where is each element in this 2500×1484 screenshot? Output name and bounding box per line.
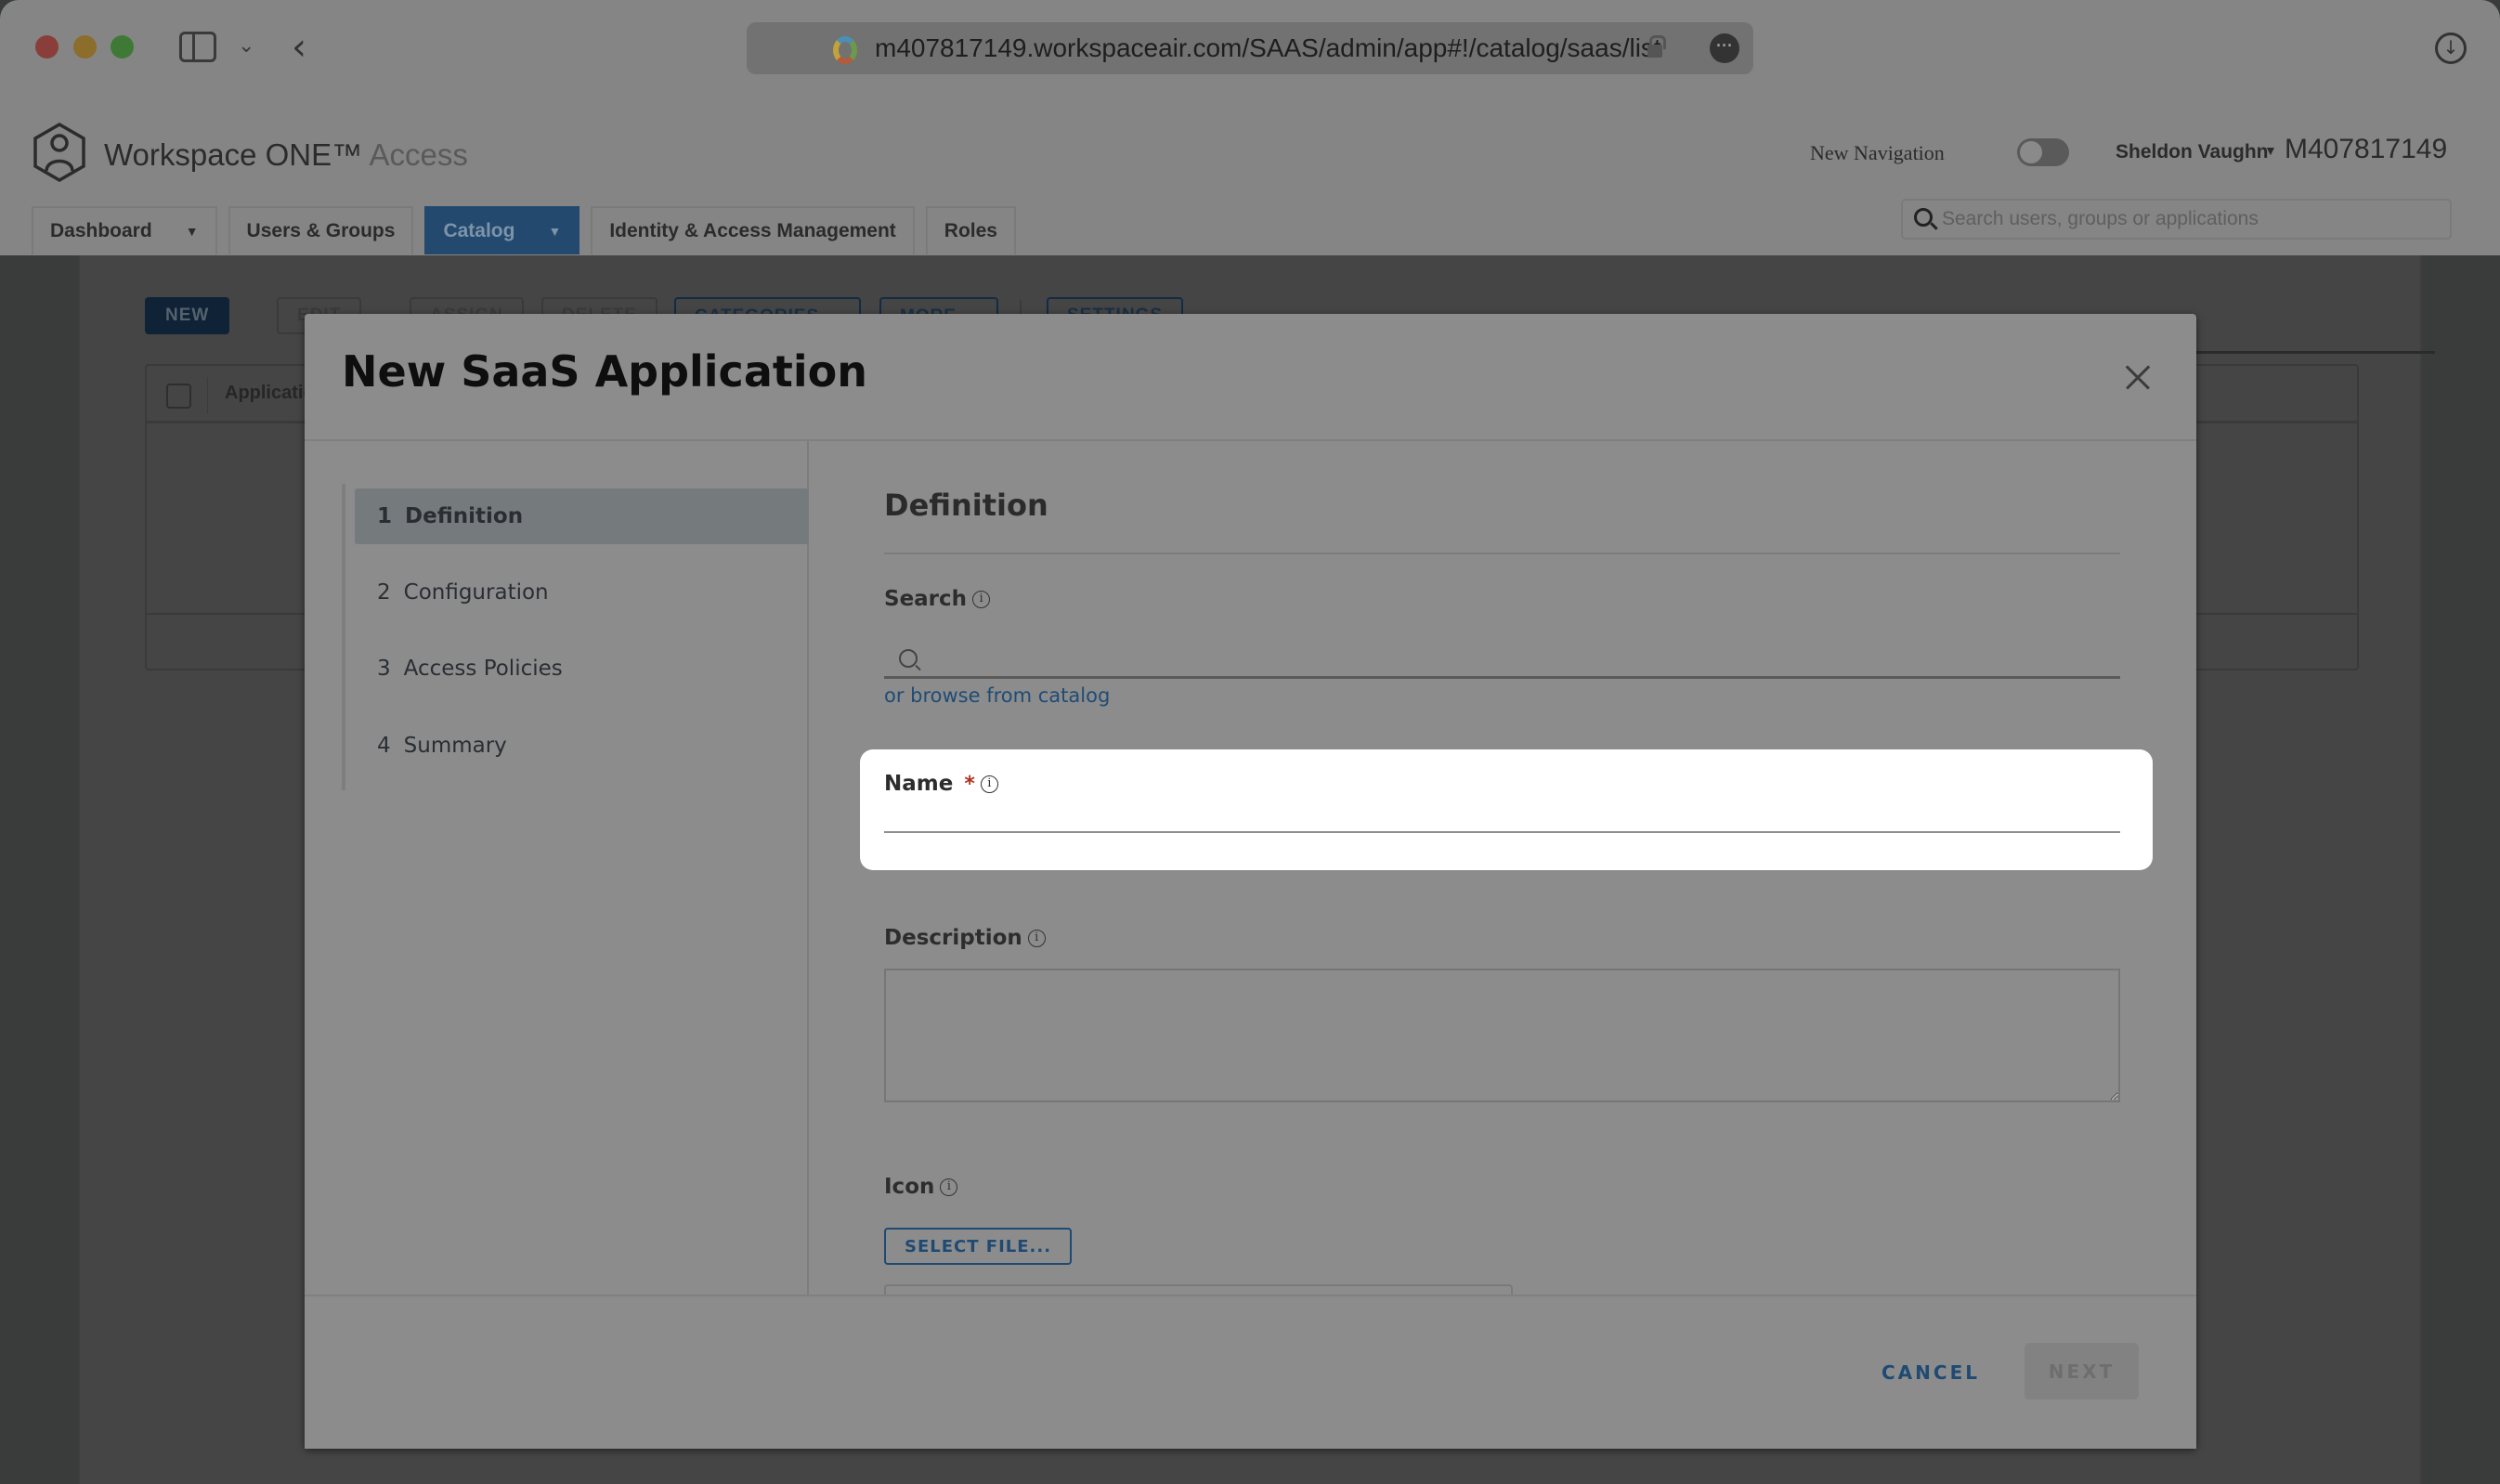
info-icon[interactable]: i <box>1027 929 1046 947</box>
tab-dashboard[interactable]: Dashboard ▼ <box>32 206 217 254</box>
search-label: Search i <box>884 587 991 611</box>
tab-label: Users & Groups <box>246 220 396 241</box>
description-textarea[interactable] <box>884 969 2120 1102</box>
new-navigation-label: New Navigation <box>1810 141 1945 164</box>
required-indicator: * <box>964 772 975 796</box>
tab-label: Catalog <box>443 220 515 241</box>
step-access-policies[interactable]: 3 Access Policies <box>355 641 809 696</box>
divider <box>884 553 2120 554</box>
tab-roles[interactable]: Roles <box>925 206 1016 254</box>
info-icon[interactable]: i <box>980 775 998 793</box>
caret-down-icon[interactable]: ▼ <box>186 224 199 239</box>
description-label-text: Description <box>884 926 1022 950</box>
step-label: Definition <box>405 504 524 528</box>
step-label: Configuration <box>403 580 549 605</box>
browser-toolbar: ⌄ ‹ m407817149.workspaceair.com/SAAS/adm… <box>0 0 2500 102</box>
name-input[interactable] <box>884 794 2120 833</box>
tab-label: Identity & Access Management <box>609 220 896 241</box>
app-search-field[interactable] <box>884 638 2120 679</box>
tab-identity-access-management[interactable]: Identity & Access Management <box>591 206 915 254</box>
step-summary[interactable]: 4 Summary <box>355 718 809 774</box>
search-icon <box>1914 208 1933 227</box>
site-favicon-icon <box>833 36 857 64</box>
caret-down-icon[interactable]: ▼ <box>548 224 561 239</box>
more-icon[interactable]: ··· <box>1710 33 1739 63</box>
close-window-button[interactable] <box>35 35 59 59</box>
name-label: Name * i <box>884 772 998 796</box>
modal-title: New SaaS Application <box>342 346 867 397</box>
download-icon[interactable]: ↓ <box>2435 33 2467 64</box>
info-icon[interactable]: i <box>972 590 991 608</box>
url-text[interactable]: m407817149.workspaceair.com/SAAS/admin/a… <box>875 33 1661 63</box>
caret-down-icon[interactable]: ▼ <box>2264 143 2277 158</box>
tab-catalog[interactable]: Catalog ▼ <box>424 206 580 254</box>
app-search-input[interactable] <box>931 644 2110 673</box>
modal-footer: CANCEL NEXT <box>305 1295 2196 1449</box>
icon-label-text: Icon <box>884 1175 935 1199</box>
new-navigation-toggle[interactable] <box>2017 138 2069 166</box>
new-saas-application-modal: New SaaS Application 1 Definition 2 Conf… <box>305 314 2196 1449</box>
steps-rail <box>342 484 345 790</box>
global-search-input[interactable] <box>1942 204 2443 234</box>
icon-label: Icon i <box>884 1175 958 1199</box>
tab-users-groups[interactable]: Users & Groups <box>228 206 414 254</box>
brand-name: Workspace ONE™ <box>104 137 363 172</box>
name-field-highlight: Name * i <box>860 749 2153 870</box>
select-file-button[interactable]: SELECT FILE... <box>884 1228 1073 1265</box>
search-label-text: Search <box>884 587 968 611</box>
step-label: Summary <box>403 734 507 758</box>
chevron-down-icon[interactable]: ⌄ <box>238 33 254 58</box>
app-header: Workspace ONE™ Access New Navigation She… <box>0 102 2500 255</box>
maximize-window-button[interactable] <box>111 35 134 59</box>
step-number: 1 <box>377 504 393 528</box>
tenant-id: M407817149 <box>2285 134 2448 164</box>
step-number: 3 <box>377 657 391 681</box>
address-bar[interactable]: m407817149.workspaceair.com/SAAS/admin/a… <box>747 22 1753 74</box>
section-title: Definition <box>884 488 1048 523</box>
app-logo-text: Workspace ONE™ Access <box>104 137 468 173</box>
column-separator <box>207 377 208 414</box>
brand-sub: Access <box>369 137 468 172</box>
global-search[interactable] <box>1901 199 2452 240</box>
lock-icon <box>1647 35 1666 58</box>
info-icon[interactable]: i <box>940 1178 958 1196</box>
browse-from-catalog-link[interactable]: or browse from catalog <box>884 684 1110 707</box>
user-menu[interactable]: Sheldon Vaughn <box>2116 141 2269 163</box>
wizard-steps: 1 Definition 2 Configuration 3 Access Po… <box>305 441 809 1295</box>
step-label: Access Policies <box>403 657 563 681</box>
new-button: NEW <box>145 297 230 334</box>
select-all-checkbox <box>166 384 191 409</box>
next-button[interactable]: NEXT <box>2025 1343 2139 1399</box>
sidebar-icon[interactable] <box>179 32 216 62</box>
step-number: 2 <box>377 580 391 605</box>
name-label-text: Name <box>884 772 954 796</box>
step-number: 4 <box>377 734 391 758</box>
minimize-window-button[interactable] <box>73 35 97 59</box>
tab-label: Dashboard <box>50 220 152 241</box>
main-nav: Dashboard ▼ Users & Groups Catalog ▼ Ide… <box>32 206 1016 254</box>
workspace-one-logo-icon <box>33 123 85 182</box>
close-icon[interactable] <box>2125 365 2151 391</box>
step-configuration[interactable]: 2 Configuration <box>355 565 809 620</box>
back-icon[interactable]: ‹ <box>292 26 306 69</box>
tab-label: Roles <box>944 220 997 241</box>
description-label: Description i <box>884 926 1046 950</box>
search-icon <box>899 649 918 668</box>
cancel-button[interactable]: CANCEL <box>1882 1354 1980 1391</box>
step-definition[interactable]: 1 Definition <box>355 488 809 544</box>
